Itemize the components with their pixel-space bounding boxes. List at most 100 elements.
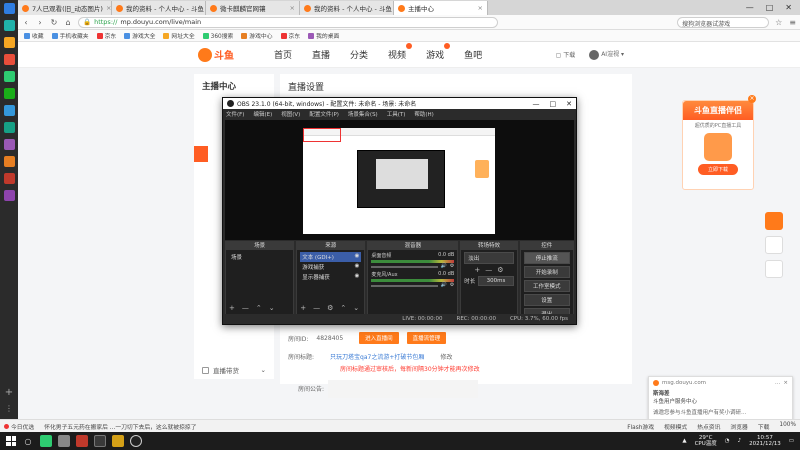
close-icon[interactable]: × — [478, 4, 483, 12]
close-icon[interactable]: × — [748, 95, 756, 103]
clock[interactable]: 10:57 2021/12/13 — [749, 435, 781, 447]
gear-icon[interactable]: ⚙ — [497, 266, 503, 274]
add-icon[interactable]: + — [474, 266, 480, 274]
url-field[interactable]: 🔒 https://mp.douyu.com/live/main — [78, 16, 498, 28]
play-icon[interactable] — [765, 212, 783, 230]
bookmark-item[interactable]: 网址大全 — [163, 31, 195, 40]
download-link[interactable]: ▢ 下载 — [556, 50, 576, 59]
gear-icon[interactable]: ⚙ — [450, 263, 454, 269]
close-window-icon[interactable]: ✕ — [566, 100, 572, 108]
stop-streaming-button[interactable]: 停止推流 — [523, 252, 570, 264]
bookmark-item[interactable]: 收藏 — [24, 31, 44, 40]
chevron-up-icon[interactable]: ⌃ — [340, 304, 346, 312]
bookmark-item[interactable]: 360搜索 — [202, 31, 233, 40]
menu-edit[interactable]: 编辑(E) — [253, 110, 272, 118]
obs-taskbar-icon[interactable] — [130, 435, 142, 447]
settings-button[interactable]: 设置 — [523, 294, 570, 306]
minimize-icon[interactable]: — — [533, 100, 540, 108]
start-recording-button[interactable]: 开始录制 — [523, 266, 570, 278]
menu-profile[interactable]: 配置文件(P) — [309, 110, 339, 118]
home-float-icon[interactable] — [765, 236, 783, 254]
bookmark-star-icon[interactable]: ☆ — [775, 18, 782, 27]
home-icon[interactable]: ⌂ — [64, 18, 72, 27]
remove-icon[interactable]: — — [485, 266, 492, 274]
user-menu[interactable]: AI渲视 ▾ — [589, 49, 624, 60]
remove-icon[interactable]: — — [242, 304, 249, 312]
today-pick[interactable]: 今日优选 — [4, 422, 34, 431]
wifi-icon[interactable]: ◔ — [725, 438, 730, 444]
app-icon[interactable] — [112, 435, 124, 447]
eye-icon[interactable]: ◉ — [355, 263, 360, 271]
sidebar-item-live-commerce[interactable]: 直播带货 ⌄ — [194, 360, 274, 380]
note-icon[interactable] — [3, 173, 15, 184]
video-icon[interactable] — [3, 71, 15, 82]
game-icon[interactable] — [3, 37, 15, 48]
tab-0[interactable]: 7人已观看(旧_动态图片) × — [18, 1, 112, 15]
speaker-icon[interactable]: 🔊 — [441, 282, 447, 288]
modify-link[interactable]: 修改 — [440, 352, 452, 361]
source-item[interactable]: 游戏捕获 ◉ — [300, 262, 361, 272]
nav-live[interactable]: 直播 — [312, 48, 330, 61]
mail-icon[interactable] — [3, 139, 15, 150]
menu-view[interactable]: 视图(V) — [281, 110, 300, 118]
windows-start-icon[interactable] — [6, 436, 16, 446]
anchor-assistant-ad[interactable]: × 斗鱼直播伴侣 超优质的PC直播工具 立即下载 — [682, 95, 756, 190]
more-icon[interactable]: ⋮ — [5, 404, 13, 413]
bookmark-item[interactable]: 京东 — [96, 31, 116, 40]
close-icon[interactable]: × — [783, 380, 788, 386]
app-icon[interactable] — [58, 435, 70, 447]
hot-news-link[interactable]: 热点资讯 — [697, 422, 720, 431]
bookmark-item[interactable]: 我的桌面 — [308, 31, 339, 40]
nav-category[interactable]: 分类 — [350, 48, 368, 61]
maximize-icon[interactable]: □ — [766, 3, 774, 12]
network-icon[interactable]: ▲ — [682, 438, 686, 444]
wechat-icon[interactable] — [3, 88, 15, 99]
download-link[interactable]: 下载 — [758, 422, 770, 431]
menu-scene-collection[interactable]: 场景集合(S) — [348, 110, 378, 118]
chevron-down-icon[interactable]: ⌄ — [353, 304, 359, 312]
volume-slider[interactable] — [371, 266, 438, 268]
volume-slider[interactable] — [371, 285, 438, 287]
app-icon[interactable] — [3, 54, 15, 65]
ad-download-button[interactable]: 立即下载 — [698, 164, 738, 175]
menu-file[interactable]: 文件(F) — [226, 110, 244, 118]
duration-input[interactable]: 300ms — [478, 276, 514, 286]
menu-icon[interactable]: ≡ — [789, 18, 796, 27]
news-ticker[interactable]: 怀化男子五元药在搬家后 ...一刀切下去后，这么就被掠掠了 — [44, 422, 196, 431]
speaker-icon[interactable]: 🔊 — [441, 263, 447, 269]
stream-manage-button[interactable]: 直播流管理 — [406, 332, 447, 344]
eye-icon[interactable]: ◉ — [355, 253, 360, 261]
nav-yuba[interactable]: 鱼吧 — [464, 48, 482, 61]
add-icon[interactable]: + — [300, 304, 306, 312]
close-icon[interactable]: × — [106, 4, 111, 12]
menu-tools[interactable]: 工具(T) — [387, 110, 406, 118]
notification-icon[interactable]: ▭ — [789, 438, 794, 444]
flash-game-link[interactable]: Flash游戏 — [627, 422, 654, 431]
eye-icon[interactable]: ◉ — [355, 273, 360, 281]
close-icon[interactable]: × — [290, 4, 295, 12]
source-item[interactable]: 显示器捕获 ◉ — [300, 272, 361, 282]
volume-icon[interactable]: ♪ — [738, 438, 742, 444]
tab-3[interactable]: 我的资料 - 个人中心 - 斗鱼× — [300, 1, 394, 15]
notice-textarea[interactable] — [328, 380, 478, 398]
nav-home[interactable]: 首页 — [274, 48, 292, 61]
chevron-down-icon[interactable]: ⌄ — [269, 304, 275, 312]
enter-room-button[interactable]: 进入直播间 — [359, 332, 399, 344]
search-icon[interactable]: ○ — [22, 437, 34, 446]
tab-1[interactable]: 我的资料 - 个人中心 - 斗鱼× — [112, 1, 206, 15]
close-window-icon[interactable]: ✕ — [785, 3, 792, 12]
menu-help[interactable]: 帮助(H) — [414, 110, 433, 118]
app-icon[interactable] — [94, 435, 106, 447]
browser-link[interactable]: 浏览器 — [730, 422, 747, 431]
douyu-logo[interactable]: 斗鱼 — [198, 47, 234, 62]
tab-4[interactable]: 主播中心 × — [394, 1, 488, 15]
gear-icon[interactable]: ⚙ — [450, 282, 454, 288]
minimize-icon[interactable]: — — [746, 3, 754, 12]
zoom-level[interactable]: 100% — [779, 422, 796, 431]
app-float-icon[interactable] — [765, 260, 783, 278]
add-icon[interactable]: + — [229, 304, 235, 312]
studio-mode-button[interactable]: 工作室模式 — [523, 280, 570, 292]
source-item[interactable]: 文本 (GDI+) ◉ — [300, 252, 362, 262]
search-input[interactable]: 搜狗浏览器试游戏 — [677, 16, 770, 28]
scene-item[interactable]: 场景 — [229, 252, 290, 262]
